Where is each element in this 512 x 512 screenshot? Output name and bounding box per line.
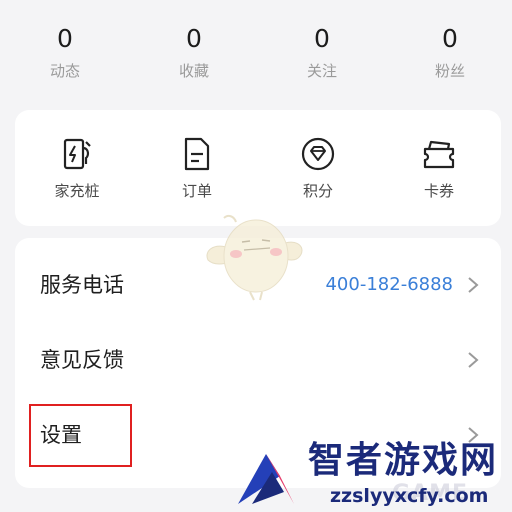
menu-item-label: 意见反馈 xyxy=(40,348,124,372)
settings-highlight-box xyxy=(29,404,132,467)
stat-value: 0 xyxy=(186,24,202,53)
coupon-ticket-icon xyxy=(423,140,455,169)
stat-label: 收藏 xyxy=(178,62,209,80)
charging-pile-icon xyxy=(63,138,91,170)
watermark-site-name: 智者游戏网 xyxy=(308,440,499,481)
quick-action-label: 积分 xyxy=(302,182,333,200)
site-logo-icon xyxy=(238,454,294,504)
quick-action-label: 订单 xyxy=(181,182,212,200)
stat-value: 0 xyxy=(442,24,458,53)
order-document-icon xyxy=(184,137,210,171)
chevron-right-icon xyxy=(468,277,479,293)
site-watermark: 智者游戏网 GAME zzslyyxcfy.com xyxy=(232,432,512,512)
quick-action-orders[interactable]: 订单 xyxy=(152,134,242,202)
quick-action-charging-pile[interactable]: 家充桩 xyxy=(32,134,122,202)
points-diamond-icon xyxy=(301,137,335,171)
stat-value: 0 xyxy=(314,24,330,53)
menu-item-feedback[interactable]: 意见反馈 xyxy=(15,323,501,397)
quick-action-coupons[interactable]: 卡券 xyxy=(394,134,484,202)
stat-following[interactable]: 0 关注 xyxy=(267,22,377,82)
stats-bar: 0 动态 0 收藏 0 关注 0 粉丝 xyxy=(0,0,512,100)
stat-favorites[interactable]: 0 收藏 xyxy=(139,22,249,82)
stat-value: 0 xyxy=(57,24,73,53)
watermark-site-url: zzslyyxcfy.com xyxy=(330,485,489,507)
service-phone-number[interactable]: 400-182-6888 xyxy=(325,248,453,322)
quick-action-points[interactable]: 积分 xyxy=(273,134,363,202)
stat-dynamics[interactable]: 0 动态 xyxy=(10,22,120,82)
menu-item-label: 服务电话 xyxy=(40,273,124,297)
chevron-right-icon xyxy=(468,352,479,368)
mascot-watermark-icon xyxy=(206,214,303,301)
stat-label: 动态 xyxy=(49,62,80,80)
stat-fans[interactable]: 0 粉丝 xyxy=(395,22,505,82)
quick-action-label: 卡券 xyxy=(423,182,454,200)
stat-label: 粉丝 xyxy=(434,62,465,80)
stat-label: 关注 xyxy=(306,62,337,80)
quick-action-label: 家充桩 xyxy=(54,182,100,200)
